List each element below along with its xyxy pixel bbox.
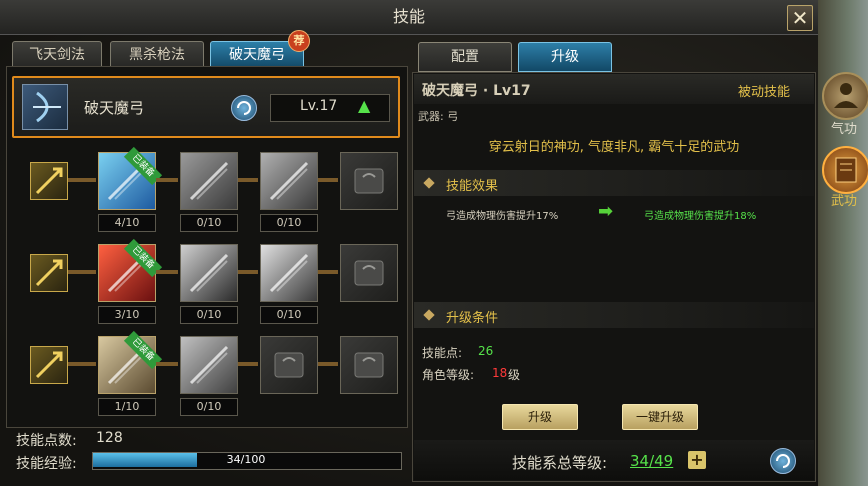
skill-level-count: 4/10	[98, 214, 156, 232]
arrow-up-icon[interactable]: ▲	[358, 96, 370, 115]
skill-level-count: 0/10	[180, 306, 238, 324]
req-points-value: 26	[478, 344, 494, 358]
req-points-label: 技能点:	[422, 346, 463, 360]
bow-icon	[22, 84, 68, 130]
tree-connector	[318, 270, 338, 274]
locked-skill-icon	[341, 245, 397, 301]
skill-level-count: 0/10	[260, 214, 318, 232]
skill-level-count: 0/10	[180, 398, 238, 416]
total-level-value[interactable]: 34/49	[630, 452, 673, 470]
skill-node[interactable]: 已装备	[98, 238, 163, 302]
skill-exp-label: 技能经验:	[16, 456, 77, 472]
skill-level-count: 0/10	[260, 306, 318, 324]
skill-node[interactable]: 已装备	[98, 146, 163, 210]
req-level-value: 18	[492, 366, 508, 380]
tree-connector	[238, 270, 258, 274]
qigong-label: 气功	[830, 122, 857, 137]
skill-points-value: 128	[96, 430, 123, 446]
skill-level-count: 0/10	[180, 214, 238, 232]
req-level-suffix: 级	[508, 368, 521, 382]
falcon-skill-icon	[181, 337, 237, 393]
close-icon: ✕	[791, 6, 809, 30]
skill-points-label: 技能点数:	[16, 433, 77, 449]
wugong-button[interactable]	[822, 146, 868, 194]
arrow-strike-icon	[30, 162, 68, 200]
tab-upgrade[interactable]: 升级	[518, 42, 612, 72]
requirement-section-title: 升级条件	[446, 311, 499, 326]
light-beam-skill-icon	[261, 245, 317, 301]
tree-connector	[238, 362, 258, 366]
arrow-volley-skill-icon	[181, 153, 237, 209]
window-title: 技能	[392, 7, 425, 26]
refresh-icon	[776, 454, 790, 468]
recommended-badge: 荐	[288, 30, 310, 52]
level-text: Lv.17	[300, 98, 338, 114]
one-click-upgrade-button[interactable]: 一键升级	[622, 404, 698, 430]
bow-icon	[30, 346, 68, 384]
tree-connector	[156, 362, 178, 366]
claw-slash-skill-icon	[261, 153, 317, 209]
locked-skill-icon	[341, 337, 397, 393]
effect-current: 弓造成物理伤害提升17%	[446, 211, 559, 222]
exp-text: 34/100	[226, 453, 266, 466]
plus-button[interactable]: +	[688, 451, 706, 469]
tree-connector	[238, 178, 258, 182]
locked-skill-icon	[341, 153, 397, 209]
refresh-button[interactable]	[231, 95, 257, 121]
tab-feitian-sword[interactable]: 飞天剑法	[12, 41, 102, 69]
skill-node[interactable]	[340, 244, 398, 302]
arrow-right-icon: ➡	[598, 201, 614, 222]
skill-name: 破天魔弓	[84, 99, 145, 117]
skill-node[interactable]: 已装备	[98, 330, 163, 394]
skill-node[interactable]	[340, 336, 398, 394]
detail-footer	[414, 440, 814, 480]
weapon-text: 武器: 弓	[418, 110, 459, 123]
meditation-icon	[834, 83, 858, 108]
skill-node[interactable]	[260, 336, 318, 394]
scroll-book-icon	[835, 157, 857, 183]
skill-node[interactable]	[180, 152, 238, 210]
wugong-label: 武功	[830, 194, 857, 209]
qigong-button[interactable]	[822, 72, 868, 120]
detail-title: 破天魔弓 · Lv17	[422, 83, 531, 99]
effect-section-title: 技能效果	[446, 179, 499, 194]
skill-level-count: 1/10	[98, 398, 156, 416]
plus-icon: +	[690, 450, 704, 469]
skill-level-count: 3/10	[98, 306, 156, 324]
skill-node[interactable]	[260, 152, 318, 210]
tree-connector	[156, 178, 178, 182]
skill-node[interactable]	[180, 336, 238, 394]
detail-panel	[412, 72, 816, 482]
tab-heisha-spear[interactable]: 黑杀枪法	[110, 41, 204, 69]
skill-description: 穿云射日的神功, 气度非凡, 霸气十足的武功	[488, 140, 740, 155]
req-level-label: 角色等级:	[422, 368, 475, 382]
locked-skill-icon	[261, 337, 317, 393]
total-level-label: 技能系总等级:	[512, 454, 608, 472]
multi-arrow-icon	[30, 254, 68, 292]
tree-connector	[68, 178, 96, 182]
tree-connector	[318, 178, 338, 182]
skill-node[interactable]	[340, 152, 398, 210]
tree-connector	[318, 362, 338, 366]
close-button[interactable]: ✕	[787, 5, 813, 31]
tree-connector	[156, 270, 178, 274]
tree-connector	[68, 270, 96, 274]
tab-config[interactable]: 配置	[418, 42, 512, 72]
tree-connector	[68, 362, 96, 366]
wind-slash-skill-icon	[181, 245, 237, 301]
skill-node[interactable]	[180, 244, 238, 302]
skill-type: 被动技能	[738, 85, 791, 100]
upgrade-button[interactable]: 升级	[502, 404, 578, 430]
effect-next: 弓造成物理伤害提升18%	[644, 211, 757, 222]
refresh-button-footer[interactable]	[770, 448, 796, 474]
skill-node[interactable]	[260, 244, 318, 302]
refresh-icon	[237, 101, 251, 115]
